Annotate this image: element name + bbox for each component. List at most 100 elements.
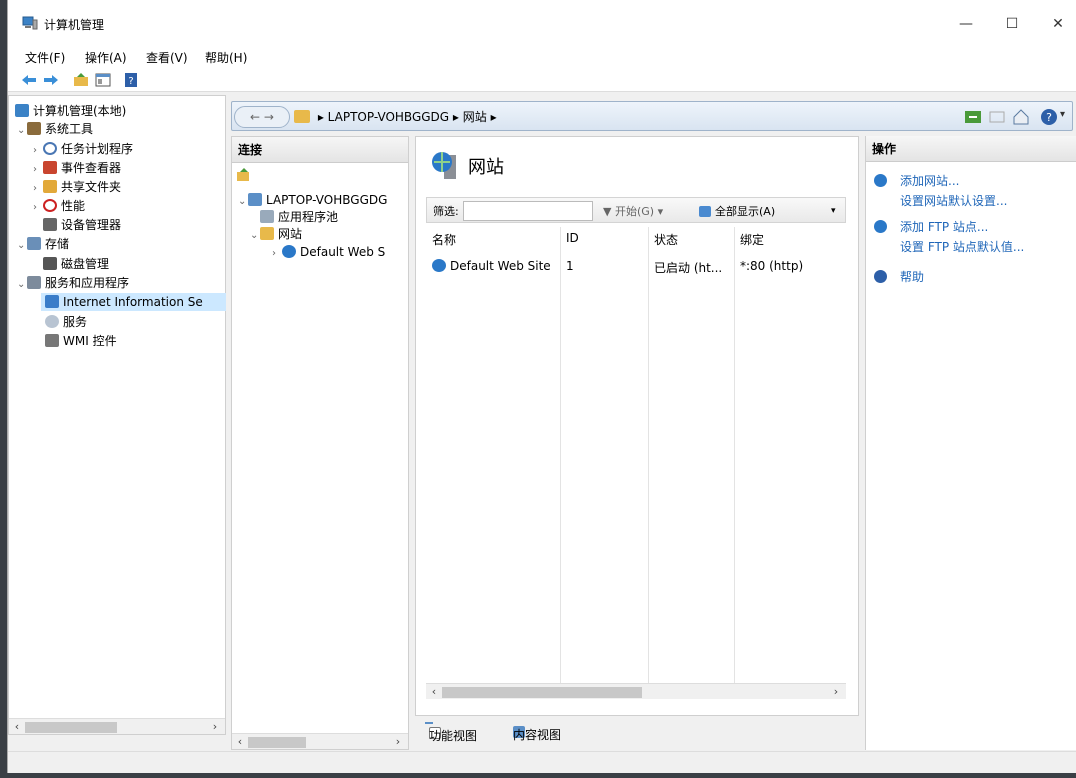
col-name[interactable]: 名称	[432, 231, 456, 248]
site-binding: *:80 (http)	[740, 259, 804, 273]
conn-server-node[interactable]: ⌄ LAPTOP-VOHBGGDG	[238, 191, 387, 209]
help-link[interactable]: 帮助	[900, 268, 924, 285]
menu-file[interactable]: 文件(F)	[25, 49, 65, 66]
chevron-right-icon[interactable]: ›	[33, 180, 43, 198]
scroll-right-icon[interactable]: ›	[392, 735, 404, 748]
minimize-button[interactable]: —	[943, 10, 989, 38]
show-all-button[interactable]: 全部显示(A)	[699, 203, 775, 219]
globe-icon	[282, 245, 296, 258]
toolbar: ?	[8, 68, 1076, 92]
server-icon	[248, 193, 262, 206]
breadcrumb-sites[interactable]: 网站	[463, 110, 487, 124]
scroll-right-icon[interactable]: ›	[209, 720, 221, 733]
tree-item-disk-management[interactable]: 磁盘管理	[43, 255, 109, 273]
up-folder-icon[interactable]	[72, 71, 90, 89]
connections-scrollbar[interactable]: ‹ ›	[232, 733, 408, 749]
back-forward-buttons[interactable]: ← →	[234, 106, 290, 128]
chevron-right-icon[interactable]: ›	[272, 245, 282, 263]
tree-item-services-apps[interactable]: ⌄ 服务和应用程序	[17, 274, 129, 292]
chevron-right-icon[interactable]: ›	[33, 199, 43, 217]
chevron-down-icon[interactable]: ⌄	[250, 227, 260, 245]
dropdown-arrow-icon[interactable]: ▾	[1060, 109, 1065, 120]
add-site-globe-icon	[874, 174, 887, 187]
filter-input[interactable]	[463, 201, 593, 221]
tree-item-system-tools[interactable]: ⌄ 系统工具	[17, 120, 93, 138]
chevron-down-icon[interactable]: ⌄	[17, 237, 27, 255]
maximize-button[interactable]: ☐	[989, 10, 1035, 38]
left-tree-scrollbar[interactable]: ‹ ›	[9, 718, 225, 734]
sites-folder-icon	[260, 227, 274, 240]
new-connection-icon[interactable]	[236, 167, 252, 183]
connections-panel: 连接 ⌄ LAPTOP-VOHBGGDG 应用程序池 ⌄ 网站 › Default W…	[231, 136, 409, 750]
iis-manager: ← → ▸ LAPTOP-VOHBGGDG ▸ 网站 ▸ ? ▾ 连接 ⌄ LAP…	[227, 95, 1076, 750]
tree-item-storage[interactable]: ⌄ 存储	[17, 235, 69, 253]
computer-icon	[15, 104, 29, 117]
chevron-right-icon[interactable]: ›	[33, 161, 43, 179]
breadcrumb-server[interactable]: LAPTOP-VOHBGGDG	[328, 110, 449, 124]
tree-item-task-scheduler[interactable]: › 任务计划程序	[33, 140, 133, 158]
start-button[interactable]: ▼ 开始(G) ▾	[603, 203, 663, 219]
console-tree-icon[interactable]	[94, 71, 112, 89]
chevron-right-icon[interactable]: ›	[33, 142, 43, 160]
chevron-down-icon[interactable]: ⌄	[17, 122, 27, 140]
ftp-defaults-link[interactable]: 设置 FTP 站点默认值...	[900, 238, 1024, 255]
sites-scrollbar[interactable]: ‹ ›	[426, 683, 846, 699]
conn-sites[interactable]: ⌄ 网站	[250, 225, 302, 243]
wmi-icon	[45, 334, 59, 347]
stop-icon[interactable]	[988, 108, 1006, 126]
tree-item-wmi[interactable]: WMI 控件	[45, 332, 117, 350]
menu-help[interactable]: 帮助(H)	[205, 49, 247, 66]
back-arrow-icon[interactable]	[20, 71, 38, 89]
window-title: 计算机管理	[44, 18, 105, 32]
scroll-thumb[interactable]	[442, 687, 642, 698]
storage-icon	[27, 237, 41, 250]
computer-management-icon	[22, 16, 38, 30]
tree-item-performance[interactable]: › 性能	[33, 197, 85, 215]
sites-globe-icon	[432, 152, 456, 179]
tree-item-services[interactable]: 服务	[45, 313, 87, 331]
tree-item-iis[interactable]: Internet Information Se	[41, 293, 226, 311]
menu-action[interactable]: 操作(A)	[85, 49, 127, 66]
col-binding[interactable]: 绑定	[740, 231, 764, 248]
home-icon[interactable]	[1012, 108, 1030, 126]
disk-icon	[43, 257, 57, 270]
add-ftp-link[interactable]: 添加 FTP 站点...	[900, 218, 988, 235]
scroll-left-icon[interactable]: ‹	[428, 685, 440, 698]
iis-icon	[45, 295, 59, 308]
tree-item-root[interactable]: 计算机管理(本地)	[15, 102, 126, 120]
tree-item-device-manager[interactable]: 设备管理器	[43, 216, 121, 234]
chevron-down-icon[interactable]: ⌄	[17, 276, 27, 294]
chevron-down-icon[interactable]: ⌄	[238, 193, 248, 211]
conn-app-pools[interactable]: 应用程序池	[260, 208, 338, 226]
clock-icon	[43, 142, 57, 155]
scroll-thumb[interactable]	[248, 737, 306, 748]
overflow-icon[interactable]: ▾	[831, 206, 836, 216]
help-icon[interactable]: ?	[1040, 108, 1058, 126]
help-book-icon[interactable]: ?	[122, 71, 140, 89]
scroll-right-icon[interactable]: ›	[830, 685, 842, 698]
conn-default-site[interactable]: › Default Web S	[272, 243, 385, 261]
forward-arrow-icon[interactable]	[42, 71, 60, 89]
col-status[interactable]: 状态	[654, 231, 678, 248]
tree-item-event-viewer[interactable]: › 事件查看器	[33, 159, 121, 177]
event-viewer-icon	[43, 161, 57, 174]
performance-icon	[43, 199, 57, 212]
menu-view[interactable]: 查看(V)	[146, 49, 188, 66]
column-divider	[734, 227, 735, 683]
view-tabs: 功能视图 内容视图	[415, 718, 859, 743]
services-apps-icon	[27, 276, 41, 289]
svg-text:?: ?	[1046, 111, 1052, 124]
add-site-link[interactable]: 添加网站...	[900, 172, 959, 189]
close-button[interactable]: ✕	[1035, 10, 1076, 38]
globe-icon	[432, 259, 446, 272]
app-pool-icon	[260, 210, 274, 223]
tab-features-view[interactable]: 功能视图	[425, 722, 477, 743]
refresh-icon[interactable]	[964, 108, 982, 126]
scroll-thumb[interactable]	[25, 722, 117, 733]
col-id[interactable]: ID	[566, 231, 579, 245]
scroll-left-icon[interactable]: ‹	[11, 720, 23, 733]
tree-item-shared-folders[interactable]: › 共享文件夹	[33, 178, 121, 196]
scroll-left-icon[interactable]: ‹	[234, 735, 246, 748]
title-bar: 计算机管理 — ☐ ✕	[8, 0, 1076, 46]
site-defaults-link[interactable]: 设置网站默认设置...	[900, 192, 1007, 209]
